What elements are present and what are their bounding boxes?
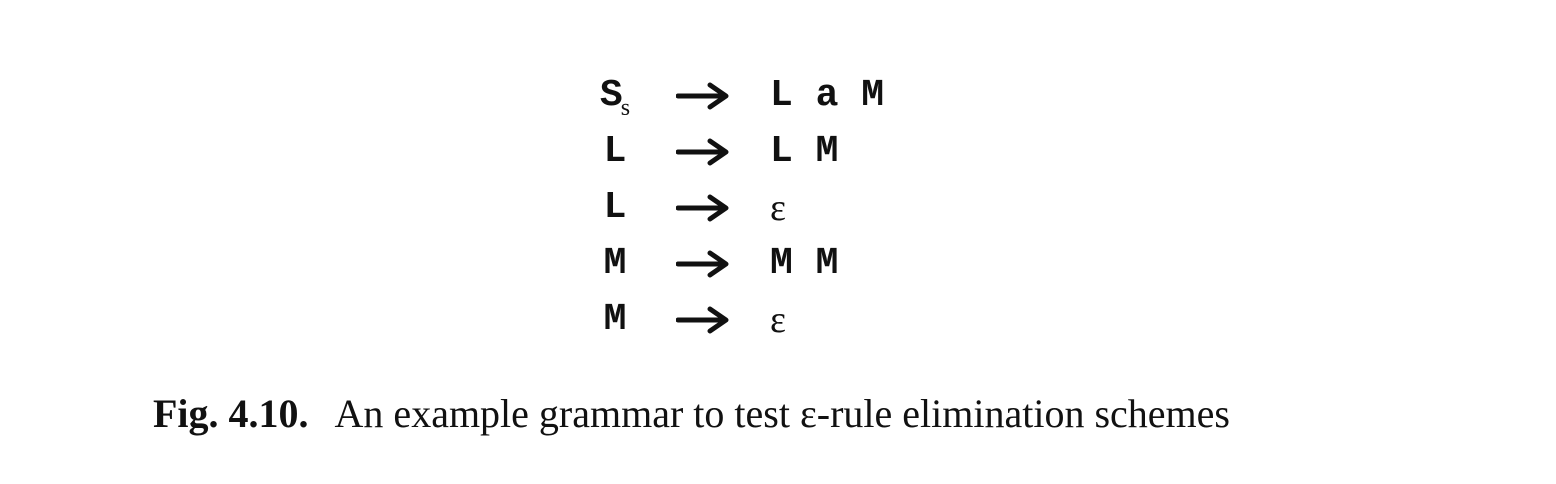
rule-rhs: M M [770, 242, 839, 285]
start-symbol-subscript: s [620, 95, 631, 121]
grammar-rule: Ss L a M [580, 68, 980, 124]
figure-label: Fig. 4.10. [153, 391, 309, 436]
grammar-rule: L L M [580, 124, 980, 180]
rule-rhs: L a M [770, 74, 885, 117]
rule-rhs: L M [770, 130, 839, 173]
grammar-rules: Ss L a M L L M L ε M M M M ε [580, 68, 980, 348]
rule-lhs: Ss [599, 74, 631, 121]
rule-rhs-epsilon: ε [770, 187, 786, 229]
right-arrow-icon [676, 306, 729, 334]
grammar-rule: M M M [580, 236, 980, 292]
right-arrow-icon [676, 250, 729, 278]
right-arrow-icon [676, 82, 729, 110]
grammar-rule: L ε [580, 180, 980, 236]
right-arrow-icon [676, 138, 729, 166]
right-arrow-icon [676, 194, 729, 222]
rule-lhs: M [603, 242, 627, 285]
rule-rhs-epsilon: ε [770, 299, 786, 341]
rule-lhs: L [603, 186, 627, 229]
rule-lhs: M [603, 298, 627, 341]
rule-lhs: L [603, 130, 627, 173]
figure-caption-text: An example grammar to test ε-rule elimin… [334, 391, 1230, 436]
figure-caption: Fig. 4.10. An example grammar to test ε-r… [153, 388, 1453, 440]
grammar-rule: M ε [580, 292, 980, 348]
